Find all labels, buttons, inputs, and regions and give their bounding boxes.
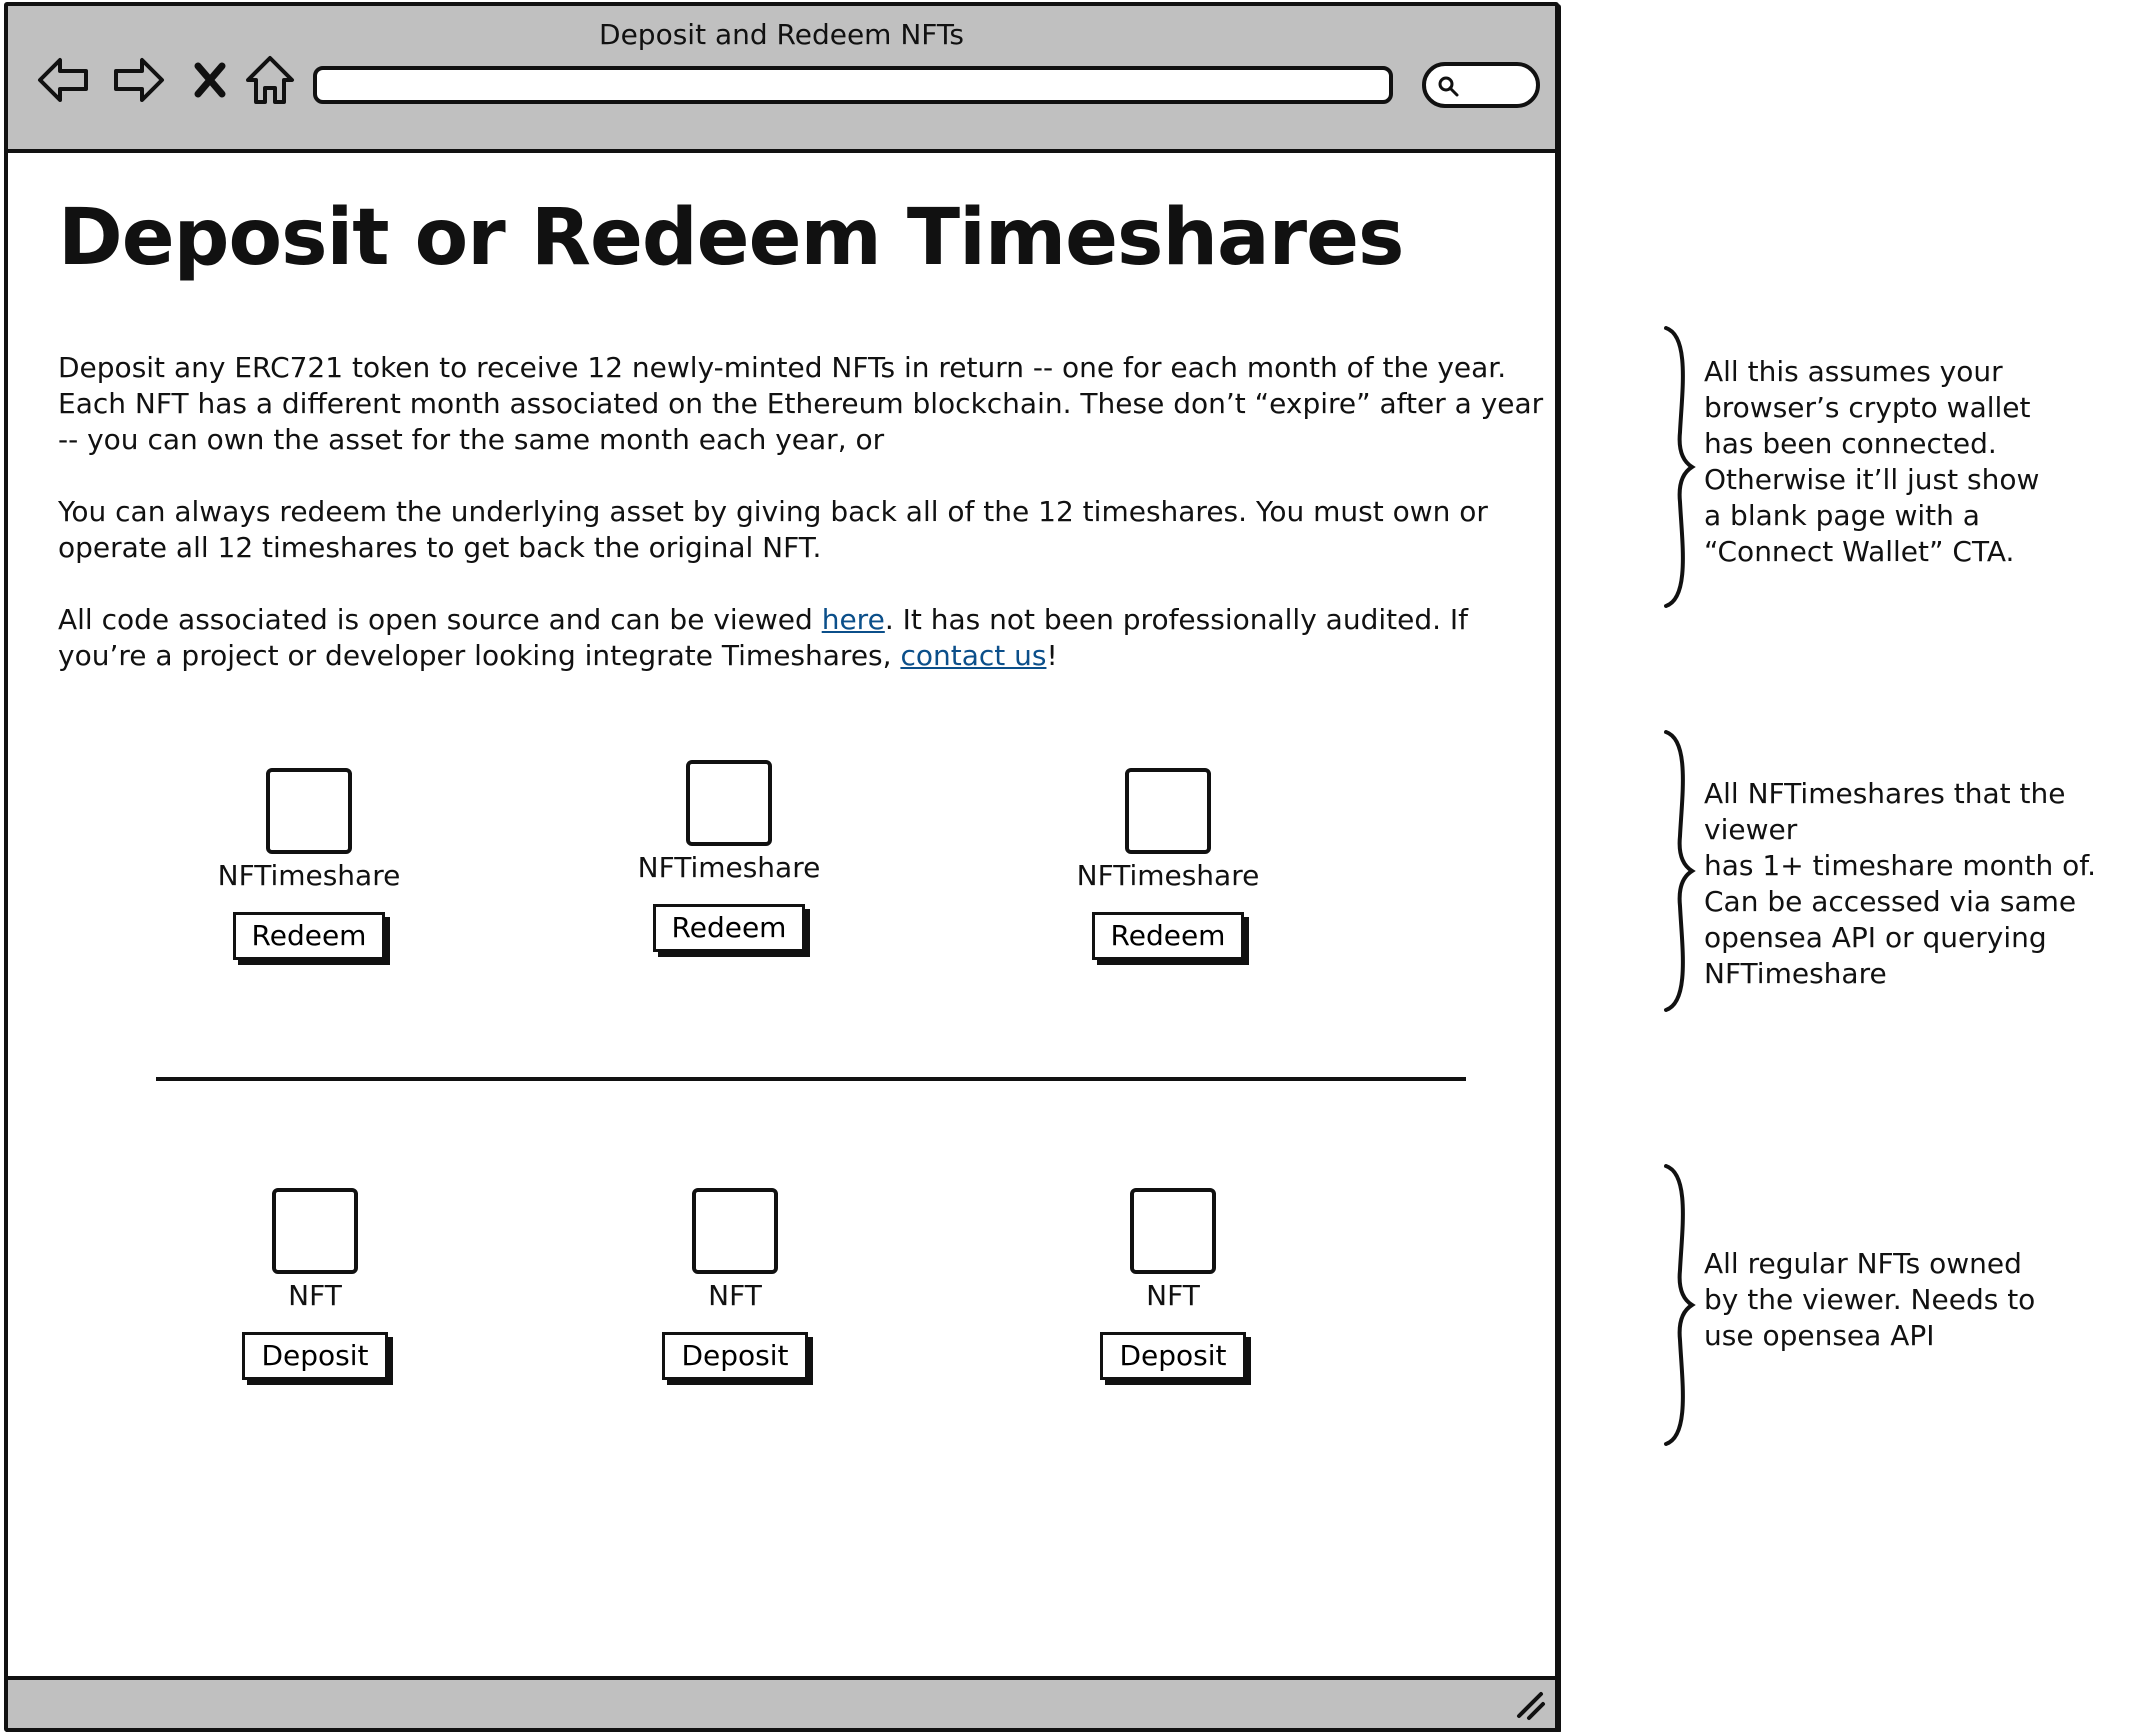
timeshare-thumbnail	[1125, 768, 1211, 854]
back-arrow-icon[interactable]	[34, 50, 94, 110]
nft-card: NFT Deposit	[625, 1188, 845, 1380]
deposit-button[interactable]: Deposit	[662, 1332, 808, 1380]
curly-brace-icon	[1664, 326, 1696, 608]
redeem-button[interactable]: Redeem	[1091, 912, 1245, 960]
contact-us-link[interactable]: contact us	[900, 639, 1046, 672]
annotation-text: All NFTimeshares that the viewer has 1+ …	[1704, 777, 2096, 990]
annotation-text: All regular NFTs owned by the viewer. Ne…	[1704, 1247, 2036, 1352]
intro-paragraph: Deposit any ERC721 token to receive 12 n…	[58, 351, 1544, 456]
timeshare-label: NFTimeshare	[217, 859, 401, 892]
timeshare-thumbnail	[266, 768, 352, 854]
search-icon	[1438, 76, 1459, 97]
nft-thumbnail	[1130, 1188, 1216, 1274]
nft-thumbnail	[692, 1188, 778, 1274]
resize-grip-icon[interactable]	[1513, 1688, 1547, 1722]
nft-card: NFT Deposit	[1063, 1188, 1283, 1380]
redeem-button[interactable]: Redeem	[232, 912, 386, 960]
nft-label: NFT	[708, 1279, 762, 1312]
timeshare-label: NFTimeshare	[1076, 859, 1260, 892]
timeshare-card: NFTimeshare Redeem	[1058, 768, 1278, 960]
browser-window: Deposit and Redeem NFTs Deposit or Redee…	[4, 2, 1559, 1732]
code-info-paragraph: All code associated is open source and c…	[58, 602, 1548, 674]
code-info-text-3: !	[1046, 639, 1058, 672]
home-icon[interactable]	[240, 50, 300, 110]
timeshare-thumbnail	[686, 760, 772, 846]
timeshare-label: NFTimeshare	[637, 851, 821, 884]
deposit-button[interactable]: Deposit	[242, 1332, 388, 1380]
timeshare-card: NFTimeshare Redeem	[619, 760, 839, 952]
redeem-button[interactable]: Redeem	[652, 904, 806, 952]
curly-brace-icon	[1664, 730, 1696, 1012]
section-divider	[156, 1077, 1466, 1081]
nft-label: NFT	[1146, 1279, 1200, 1312]
timeshare-card: NFTimeshare Redeem	[199, 768, 419, 960]
browser-toolbar: Deposit and Redeem NFTs	[8, 6, 1555, 153]
redeem-info-paragraph: You can always redeem the underlying ass…	[58, 495, 1488, 564]
curly-brace-icon	[1664, 1164, 1696, 1446]
source-code-link[interactable]: here	[822, 603, 885, 636]
stop-close-icon[interactable]	[180, 50, 240, 110]
page-title: Deposit or Redeem Timeshares	[58, 193, 1404, 283]
status-bar	[8, 1676, 1555, 1728]
nft-card: NFT Deposit	[205, 1188, 425, 1380]
annotation-text: All this assumes your browser’s crypto w…	[1704, 355, 2040, 568]
nft-thumbnail	[272, 1188, 358, 1274]
nft-label: NFT	[288, 1279, 342, 1312]
window-title: Deposit and Redeem NFTs	[599, 18, 964, 51]
search-input[interactable]	[1422, 62, 1540, 108]
forward-arrow-icon[interactable]	[108, 50, 168, 110]
address-bar[interactable]	[313, 66, 1393, 104]
code-info-text-1: All code associated is open source and c…	[58, 603, 822, 636]
deposit-button[interactable]: Deposit	[1100, 1332, 1246, 1380]
